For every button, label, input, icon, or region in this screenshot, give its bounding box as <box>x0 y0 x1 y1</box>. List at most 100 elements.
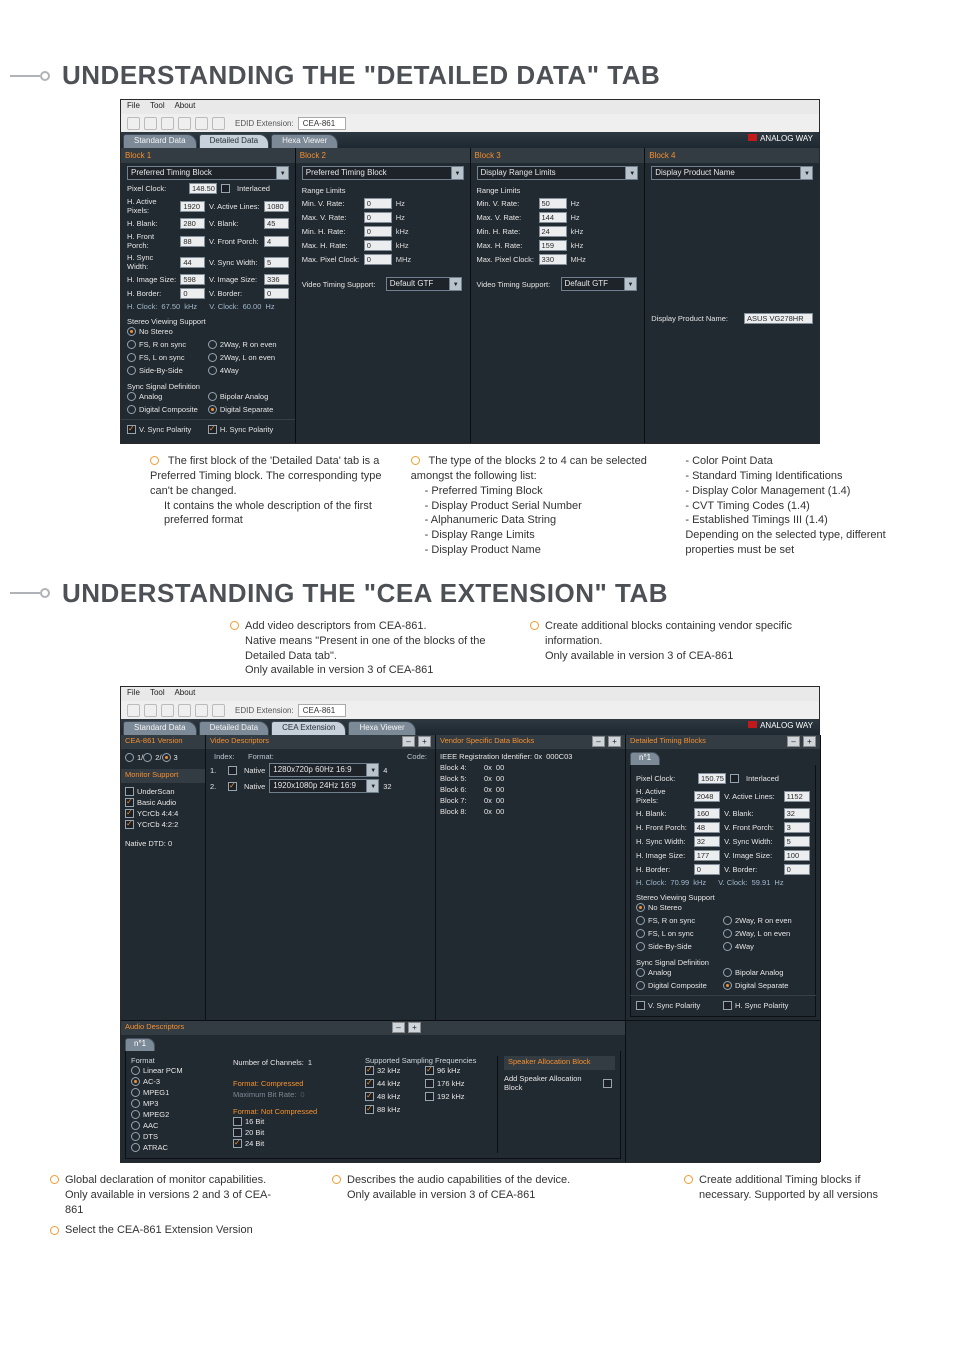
tab-cea[interactable]: CEA Extension <box>271 721 346 735</box>
ssf-48[interactable] <box>365 1092 374 1101</box>
dtb-v-hsw[interactable]: 32 <box>694 836 720 847</box>
chk-422[interactable] <box>125 820 134 829</box>
ssf-88[interactable] <box>365 1105 374 1114</box>
afmt-6[interactable] <box>131 1132 140 1141</box>
dtb-rs-2[interactable] <box>723 916 732 925</box>
vb4-v[interactable]: 00 <box>496 763 516 772</box>
remove-dtb-button[interactable]: – <box>787 736 800 747</box>
remove-video-button[interactable]: – <box>402 736 415 747</box>
val-hfp[interactable]: 88 <box>180 236 205 247</box>
radio-v1[interactable] <box>125 753 134 762</box>
dtb-rs-1[interactable] <box>636 916 645 925</box>
tab-detailed[interactable]: Detailed Data <box>199 721 269 735</box>
dtb-sy-3[interactable] <box>723 981 732 990</box>
tab-hexa[interactable]: Hexa Viewer <box>348 721 415 735</box>
tool-saveas-icon[interactable] <box>178 117 191 130</box>
dtb-rs-3[interactable] <box>636 929 645 938</box>
menu-about[interactable]: About <box>174 101 195 110</box>
dtb-ck-vpol[interactable] <box>636 1001 645 1010</box>
tab-hexa[interactable]: Hexa Viewer <box>271 134 338 148</box>
radio-sbs[interactable] <box>127 366 136 375</box>
ext-select[interactable]: CEA-861 <box>298 704 346 717</box>
val-vfp[interactable]: 4 <box>264 236 289 247</box>
vb5-v[interactable]: 00 <box>496 774 516 783</box>
radio-v3[interactable] <box>162 753 171 762</box>
val-hactive[interactable]: 1920 <box>180 201 205 212</box>
tool-save-icon[interactable] <box>161 704 174 717</box>
vrow2-native-chk[interactable] <box>228 782 237 791</box>
afmt-3[interactable] <box>131 1099 140 1108</box>
afmt-4[interactable] <box>131 1110 140 1119</box>
radio-analog[interactable] <box>127 392 136 401</box>
block3-type-select[interactable]: Display Range Limits <box>477 166 639 180</box>
dtb-rs-4[interactable] <box>723 929 732 938</box>
dtb-v-vsw[interactable]: 5 <box>784 836 810 847</box>
tool-list-icon[interactable] <box>212 704 225 717</box>
radio-v2[interactable] <box>143 753 152 762</box>
vrow1-fmt[interactable]: 1280x720p 60Hz 16:9 <box>269 763 379 777</box>
val-vblank[interactable]: 45 <box>264 218 289 229</box>
menu-tool[interactable]: Tool <box>150 101 165 110</box>
dtb-v-hi[interactable]: 177 <box>694 850 720 861</box>
vrow2-code[interactable]: 32 <box>383 782 403 791</box>
add-dtb-button[interactable]: + <box>803 736 816 747</box>
b3-v-maxp[interactable]: 330 <box>539 254 567 265</box>
tool-open-icon[interactable] <box>144 704 157 717</box>
b3-v-maxh[interactable]: 159 <box>539 240 567 251</box>
block4-type-select[interactable]: Display Product Name <box>651 166 813 180</box>
ssf-192[interactable] <box>425 1092 434 1101</box>
dtb-rs-5[interactable] <box>636 942 645 951</box>
b2-vts-select[interactable]: Default GTF <box>386 277 462 291</box>
afmt-5[interactable] <box>131 1121 140 1130</box>
ssf-44[interactable] <box>365 1079 374 1088</box>
radio-2w-l[interactable] <box>208 353 217 362</box>
block2-type-select[interactable]: Preferred Timing Block <box>302 166 464 180</box>
remove-audio-button[interactable]: – <box>392 1022 405 1033</box>
chk-hpol[interactable] <box>208 425 217 434</box>
chk-speaker[interactable] <box>603 1079 612 1088</box>
vb8-v[interactable]: 00 <box>496 807 516 816</box>
b3-v-minh[interactable]: 24 <box>539 226 567 237</box>
tool-open-icon[interactable] <box>144 117 157 130</box>
dtb-rs-0[interactable] <box>636 903 645 912</box>
val-hbord[interactable]: 0 <box>180 288 205 299</box>
dtb-v-hfp[interactable]: 48 <box>694 822 720 833</box>
dtb-v-va[interactable]: 1152 <box>784 791 810 802</box>
b2-v-maxh[interactable]: 0 <box>364 240 392 251</box>
tool-new-icon[interactable] <box>127 117 140 130</box>
ch-v[interactable]: 1 <box>308 1058 328 1067</box>
ext-select[interactable]: CEA-861 <box>298 117 346 130</box>
dtb-v-hbd[interactable]: 0 <box>694 864 720 875</box>
dtb-sy-2[interactable] <box>636 981 645 990</box>
ssf-176[interactable] <box>425 1079 434 1088</box>
bit-16[interactable] <box>233 1117 242 1126</box>
chk-vpol[interactable] <box>127 425 136 434</box>
b2-v-minv[interactable]: 0 <box>364 198 392 209</box>
b2-v-minh[interactable]: 0 <box>364 226 392 237</box>
dtb-v-vbd[interactable]: 0 <box>784 864 810 875</box>
val-vactive[interactable]: 1080 <box>264 201 289 212</box>
bit-20[interactable] <box>233 1128 242 1137</box>
dtb-v-hb[interactable]: 160 <box>694 808 720 819</box>
vrow2-fmt[interactable]: 1920x1080p 24Hz 16:9 <box>269 779 379 793</box>
dtb-v-vfp[interactable]: 3 <box>784 822 810 833</box>
chk-interlaced[interactable] <box>221 184 230 193</box>
radio-no-stereo[interactable] <box>127 327 136 336</box>
radio-fs-r[interactable] <box>127 340 136 349</box>
ieee-v[interactable]: 000C03 <box>546 752 584 761</box>
menu-about[interactable]: About <box>174 688 195 697</box>
chk-444[interactable] <box>125 809 134 818</box>
radio-2w-r[interactable] <box>208 340 217 349</box>
tool-new-icon[interactable] <box>127 704 140 717</box>
dtb-tab[interactable]: n°1 <box>630 752 660 765</box>
dtb-sy-1[interactable] <box>723 968 732 977</box>
b3-vts-select[interactable]: Default GTF <box>561 277 637 291</box>
audio-tab[interactable]: n°1 <box>125 1038 155 1051</box>
dtb-v-vi[interactable]: 100 <box>784 850 810 861</box>
chk-basic-audio[interactable] <box>125 798 134 807</box>
menu-file[interactable]: File <box>127 688 140 697</box>
afmt-7[interactable] <box>131 1143 140 1152</box>
val-vsw[interactable]: 5 <box>264 257 289 268</box>
b2-v-maxv[interactable]: 0 <box>364 212 392 223</box>
add-audio-button[interactable]: + <box>408 1022 421 1033</box>
